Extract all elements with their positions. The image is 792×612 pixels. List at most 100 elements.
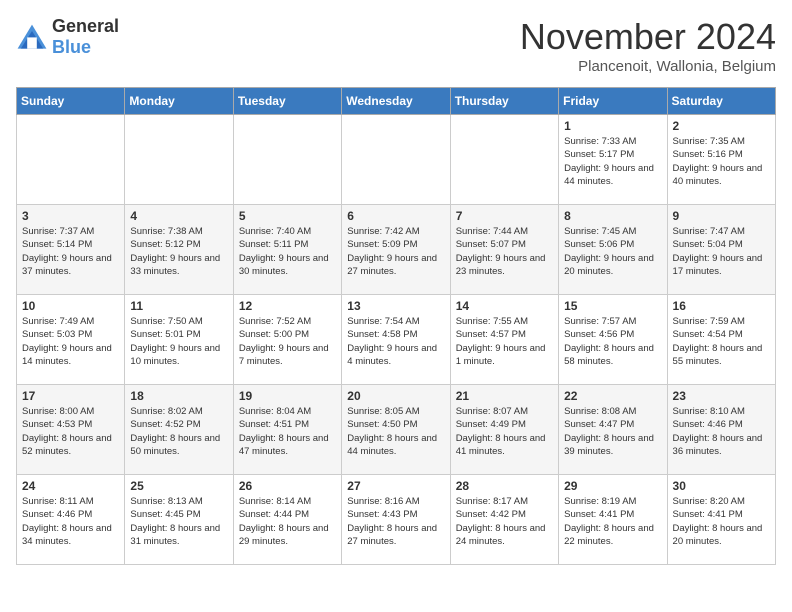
calendar-cell: 29 Sunrise: 8:19 AMSunset: 4:41 PMDayligh… [559, 475, 667, 565]
day-number: 19 [239, 389, 336, 403]
calendar-cell [450, 115, 558, 205]
logo: General Blue [16, 16, 119, 58]
calendar-cell: 11 Sunrise: 7:50 AMSunset: 5:01 PMDayligh… [125, 295, 233, 385]
day-info: Sunrise: 7:40 AMSunset: 5:11 PMDaylight:… [239, 225, 336, 278]
day-info: Sunrise: 8:08 AMSunset: 4:47 PMDaylight:… [564, 405, 661, 458]
day-number: 5 [239, 209, 336, 223]
day-number: 21 [456, 389, 553, 403]
day-number: 14 [456, 299, 553, 313]
month-title: November 2024 [520, 16, 776, 58]
calendar-cell: 16Sunrise: 7:59 AMSunset: 4:54 PMDayligh… [667, 295, 775, 385]
day-info: Sunrise: 7:49 AMSunset: 5:03 PMDaylight:… [22, 315, 119, 368]
col-saturday: Saturday [667, 88, 775, 115]
day-number: 20 [347, 389, 444, 403]
day-info: Sunrise: 8:07 AMSunset: 4:49 PMDaylight:… [456, 405, 553, 458]
calendar-cell: 22 Sunrise: 8:08 AMSunset: 4:47 PMDayligh… [559, 385, 667, 475]
calendar-cell: 9 Sunrise: 7:47 AMSunset: 5:04 PMDaylight… [667, 205, 775, 295]
calendar-cell: 30Sunrise: 8:20 AMSunset: 4:41 PMDayligh… [667, 475, 775, 565]
calendar-cell: 5 Sunrise: 7:40 AMSunset: 5:11 PMDaylight… [233, 205, 341, 295]
calendar-week-2: 3 Sunrise: 7:37 AMSunset: 5:14 PMDaylight… [17, 205, 776, 295]
calendar-cell: 2 Sunrise: 7:35 AMSunset: 5:16 PMDaylight… [667, 115, 775, 205]
day-info: Sunrise: 8:02 AMSunset: 4:52 PMDaylight:… [130, 405, 227, 458]
calendar-cell: 28Sunrise: 8:17 AMSunset: 4:42 PMDayligh… [450, 475, 558, 565]
day-info: Sunrise: 7:52 AMSunset: 5:00 PMDaylight:… [239, 315, 336, 368]
day-number: 6 [347, 209, 444, 223]
day-info: Sunrise: 7:50 AMSunset: 5:01 PMDaylight:… [130, 315, 227, 368]
day-info: Sunrise: 7:57 AMSunset: 4:56 PMDaylight:… [564, 315, 661, 368]
day-info: Sunrise: 8:19 AMSunset: 4:41 PMDaylight:… [564, 495, 661, 548]
col-friday: Friday [559, 88, 667, 115]
day-number: 23 [673, 389, 770, 403]
calendar-cell: 8 Sunrise: 7:45 AMSunset: 5:06 PMDaylight… [559, 205, 667, 295]
day-number: 11 [130, 299, 227, 313]
day-number: 12 [239, 299, 336, 313]
title-area: November 2024 Plancenoit, Wallonia, Belg… [520, 16, 776, 75]
col-monday: Monday [125, 88, 233, 115]
day-info: Sunrise: 7:47 AMSunset: 5:04 PMDaylight:… [673, 225, 770, 278]
day-info: Sunrise: 7:55 AMSunset: 4:57 PMDaylight:… [456, 315, 553, 368]
day-number: 2 [673, 119, 770, 133]
day-info: Sunrise: 8:14 AMSunset: 4:44 PMDaylight:… [239, 495, 336, 548]
day-info: Sunrise: 8:11 AMSunset: 4:46 PMDaylight:… [22, 495, 119, 548]
calendar-cell: 15 Sunrise: 7:57 AMSunset: 4:56 PMDayligh… [559, 295, 667, 385]
day-info: Sunrise: 8:16 AMSunset: 4:43 PMDaylight:… [347, 495, 444, 548]
day-number: 9 [673, 209, 770, 223]
logo-icon [16, 23, 48, 51]
day-info: Sunrise: 8:17 AMSunset: 4:42 PMDaylight:… [456, 495, 553, 548]
calendar-cell: 14 Sunrise: 7:55 AMSunset: 4:57 PMDayligh… [450, 295, 558, 385]
day-info: Sunrise: 8:20 AMSunset: 4:41 PMDaylight:… [673, 495, 770, 548]
logo-blue: Blue [52, 37, 91, 57]
calendar-week-1: 1Sunrise: 7:33 AMSunset: 5:17 PMDaylight… [17, 115, 776, 205]
day-info: Sunrise: 7:35 AMSunset: 5:16 PMDaylight:… [673, 135, 770, 188]
day-info: Sunrise: 7:33 AMSunset: 5:17 PMDaylight:… [564, 135, 661, 188]
day-info: Sunrise: 7:44 AMSunset: 5:07 PMDaylight:… [456, 225, 553, 278]
calendar-cell: 12 Sunrise: 7:52 AMSunset: 5:00 PMDayligh… [233, 295, 341, 385]
day-number: 4 [130, 209, 227, 223]
calendar-cell: 6 Sunrise: 7:42 AMSunset: 5:09 PMDaylight… [342, 205, 450, 295]
calendar-cell: 27 Sunrise: 8:16 AMSunset: 4:43 PMDayligh… [342, 475, 450, 565]
logo-text: General Blue [52, 16, 119, 58]
col-sunday: Sunday [17, 88, 125, 115]
calendar-table: Sunday Monday Tuesday Wednesday Thursday… [16, 87, 776, 565]
calendar-cell [17, 115, 125, 205]
col-thursday: Thursday [450, 88, 558, 115]
day-number: 17 [22, 389, 119, 403]
day-number: 10 [22, 299, 119, 313]
day-number: 22 [564, 389, 661, 403]
day-info: Sunrise: 7:45 AMSunset: 5:06 PMDaylight:… [564, 225, 661, 278]
calendar-cell: 26Sunrise: 8:14 AMSunset: 4:44 PMDayligh… [233, 475, 341, 565]
day-info: Sunrise: 7:38 AMSunset: 5:12 PMDaylight:… [130, 225, 227, 278]
day-info: Sunrise: 7:42 AMSunset: 5:09 PMDaylight:… [347, 225, 444, 278]
calendar-cell [125, 115, 233, 205]
calendar-cell: 10 Sunrise: 7:49 AMSunset: 5:03 PMDayligh… [17, 295, 125, 385]
day-number: 3 [22, 209, 119, 223]
day-number: 27 [347, 479, 444, 493]
calendar-cell: 25 Sunrise: 8:13 AMSunset: 4:45 PMDayligh… [125, 475, 233, 565]
calendar-cell: 24 Sunrise: 8:11 AMSunset: 4:46 PMDayligh… [17, 475, 125, 565]
calendar-cell: 4 Sunrise: 7:38 AMSunset: 5:12 PMDaylight… [125, 205, 233, 295]
day-number: 24 [22, 479, 119, 493]
calendar-week-4: 17 Sunrise: 8:00 AMSunset: 4:53 PMDayligh… [17, 385, 776, 475]
logo-general: General [52, 16, 119, 36]
subtitle: Plancenoit, Wallonia, Belgium [520, 58, 776, 75]
col-wednesday: Wednesday [342, 88, 450, 115]
day-info: Sunrise: 8:10 AMSunset: 4:46 PMDaylight:… [673, 405, 770, 458]
day-info: Sunrise: 8:05 AMSunset: 4:50 PMDaylight:… [347, 405, 444, 458]
day-number: 18 [130, 389, 227, 403]
day-number: 7 [456, 209, 553, 223]
calendar-cell [342, 115, 450, 205]
calendar-cell: 13Sunrise: 7:54 AMSunset: 4:58 PMDayligh… [342, 295, 450, 385]
day-number: 15 [564, 299, 661, 313]
calendar-week-5: 24 Sunrise: 8:11 AMSunset: 4:46 PMDayligh… [17, 475, 776, 565]
day-info: Sunrise: 7:37 AMSunset: 5:14 PMDaylight:… [22, 225, 119, 278]
day-info: Sunrise: 8:13 AMSunset: 4:45 PMDaylight:… [130, 495, 227, 548]
col-tuesday: Tuesday [233, 88, 341, 115]
day-number: 29 [564, 479, 661, 493]
day-number: 8 [564, 209, 661, 223]
day-number: 25 [130, 479, 227, 493]
header-row: Sunday Monday Tuesday Wednesday Thursday… [17, 88, 776, 115]
calendar-cell: 23 Sunrise: 8:10 AMSunset: 4:46 PMDayligh… [667, 385, 775, 475]
day-info: Sunrise: 8:04 AMSunset: 4:51 PMDaylight:… [239, 405, 336, 458]
calendar-cell: 21 Sunrise: 8:07 AMSunset: 4:49 PMDayligh… [450, 385, 558, 475]
day-info: Sunrise: 8:00 AMSunset: 4:53 PMDaylight:… [22, 405, 119, 458]
